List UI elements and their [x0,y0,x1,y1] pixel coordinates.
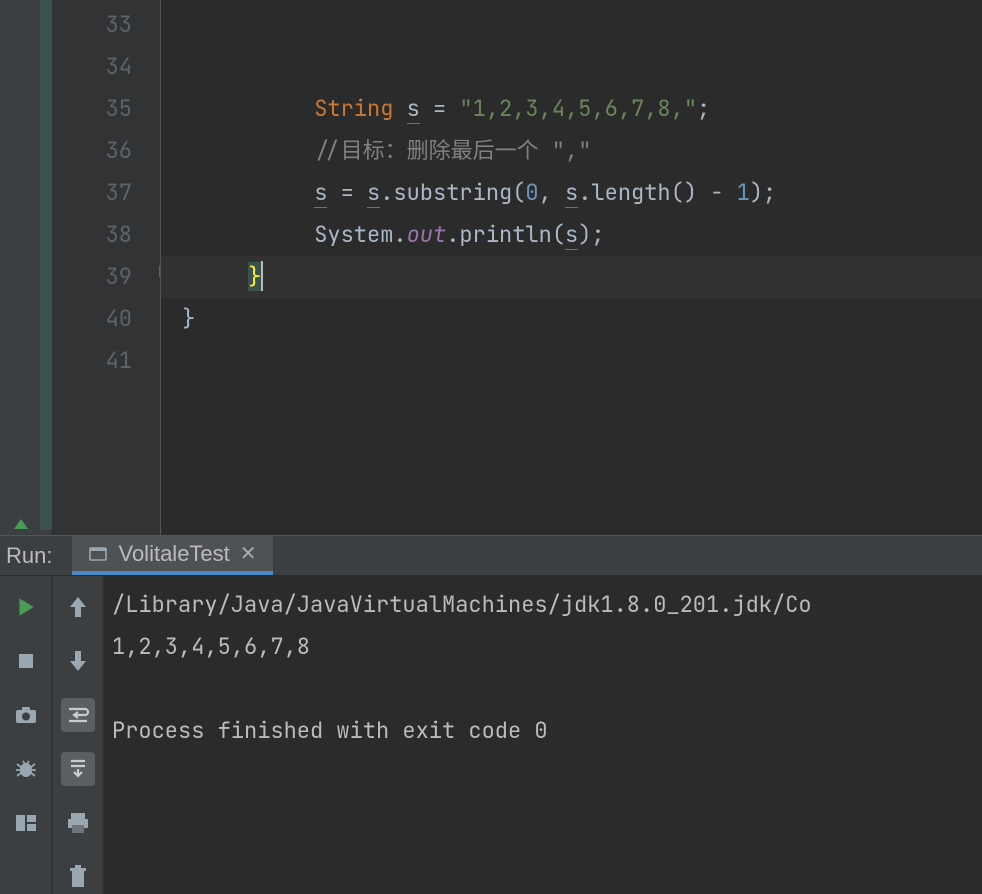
variable: s [407,94,420,124]
layout-icon[interactable] [9,806,43,840]
keyword: String [314,94,393,123]
console-line: /Library/Java/JavaVirtualMachines/jdk1.8… [112,590,812,619]
line-number[interactable]: 41 [52,340,160,382]
semicolon: ); [578,220,604,249]
line-number[interactable]: 33 [52,4,160,46]
print-icon[interactable] [61,806,95,840]
line-number[interactable]: 37 [52,172,160,214]
class-ref: System. [314,220,406,249]
run-tab[interactable]: VolitaleTest ✕ [72,536,272,575]
code-editor: 33 34 35 36 37 38 39 40 41 String s = "1… [0,0,982,535]
console-line: 1,2,3,4,5,6,7,8 [112,632,310,661]
line-number[interactable]: 39 [52,256,160,298]
line-number[interactable]: 40 [52,298,160,340]
close-icon[interactable]: ✕ [240,541,257,566]
up-arrow-icon[interactable] [61,590,95,624]
operator: = [420,94,460,123]
text-caret [261,261,263,291]
run-left-toolbar [0,576,52,894]
line-number[interactable]: 34 [52,46,160,88]
field: out [407,220,447,249]
line-number[interactable]: 36 [52,130,160,172]
method-call: .length() - [578,178,736,207]
console-line: Process finished with exit code 0 [112,716,548,745]
down-arrow-icon[interactable] [61,644,95,678]
variable: s [565,178,578,208]
camera-icon[interactable] [9,698,43,732]
variable: s [565,220,578,250]
run-second-toolbar [52,576,104,894]
line-number[interactable]: 38 [52,214,160,256]
app-icon [88,544,108,564]
method-call: .substring( [380,178,525,207]
code-line[interactable] [161,340,982,382]
run-label: Run: [0,543,72,569]
variable: s [314,178,327,208]
scroll-to-end-icon[interactable] [61,752,95,786]
code-line[interactable]: String s = "1,2,3,4,5,6,7,8,"; [161,88,982,130]
soft-wrap-icon[interactable] [61,698,95,732]
code-line[interactable] [161,4,982,46]
editor-left-margin [0,0,52,535]
run-toolwindow: /Library/Java/JavaVirtualMachines/jdk1.8… [0,576,982,894]
semicolon: ; [697,94,710,123]
run-tab-label: VolitaleTest [118,541,229,567]
code-line[interactable] [161,46,982,88]
comma: , [539,178,565,207]
code-line[interactable]: System.out.println(s); [161,214,982,256]
comment: //目标：删除最后一个 "," [314,136,591,165]
coverage-strip [40,0,52,530]
brace: } [182,304,195,333]
trash-icon[interactable] [61,860,95,894]
number: 0 [525,178,538,207]
semicolon: ); [750,178,776,207]
code-line[interactable]: } [161,298,982,340]
code-line[interactable]: } [161,256,982,298]
code-line[interactable]: //目标：删除最后一个 "," [161,130,982,172]
operator: = [327,178,367,207]
method-call: .println( [446,220,565,249]
console-output[interactable]: /Library/Java/JavaVirtualMachines/jdk1.8… [104,576,982,894]
line-number-gutter[interactable]: 33 34 35 36 37 38 39 40 41 [52,0,160,535]
run-icon[interactable] [9,590,43,624]
code-area[interactable]: String s = "1,2,3,4,5,6,7,8,"; //目标：删除最后… [160,0,982,535]
bug-icon[interactable] [9,752,43,786]
stop-icon[interactable] [9,644,43,678]
number: 1 [737,178,750,207]
string-literal: "1,2,3,4,5,6,7,8," [459,94,697,123]
run-toolwindow-header: Run: VolitaleTest ✕ [0,535,982,576]
variable: s [367,178,380,208]
code-line[interactable]: s = s.substring(0, s.length() - 1); [161,172,982,214]
line-number[interactable]: 35 [52,88,160,130]
brace: } [248,262,261,291]
